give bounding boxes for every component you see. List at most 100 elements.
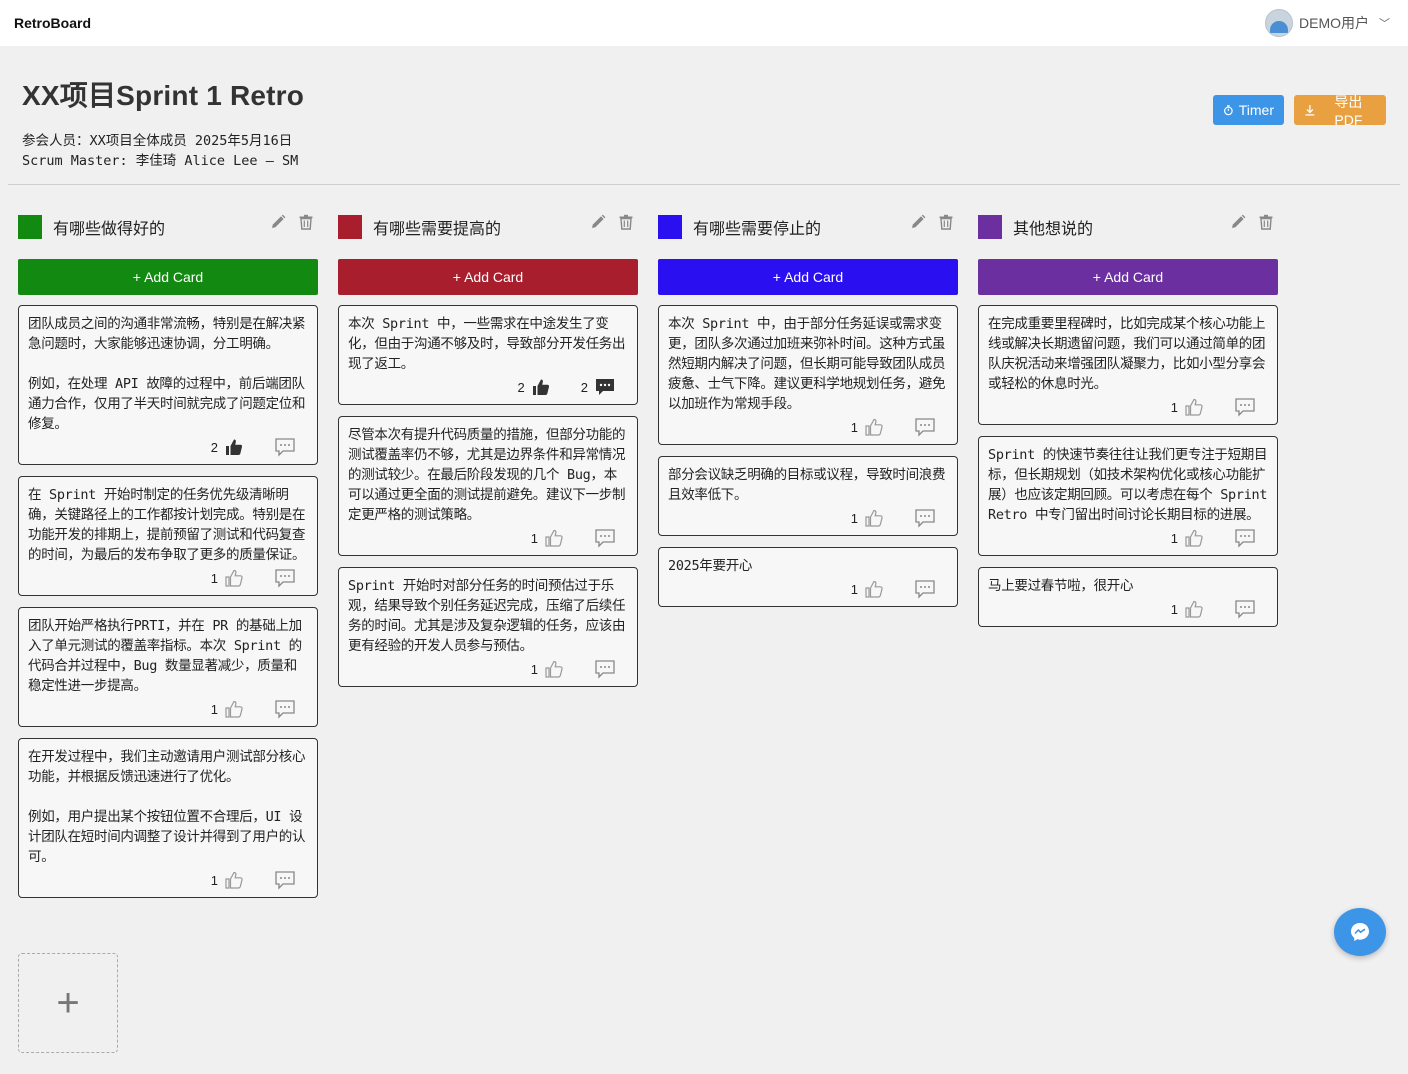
- card-text: 在 Sprint 开始时制定的任务优先级清晰明确，关键路径上的工作都按计划完成。…: [28, 487, 306, 563]
- comment-icon[interactable]: [274, 870, 296, 890]
- card-footer: 1: [668, 416, 948, 438]
- timer-button[interactable]: Timer: [1213, 95, 1284, 125]
- retro-card[interactable]: Sprint 的快速节奏往往让我们更专注于短期目标，但长期规划（如技术架构优化或…: [978, 436, 1278, 556]
- thumbs-up-icon[interactable]: [864, 508, 884, 528]
- column-color-swatch: [338, 215, 362, 239]
- thumbs-up-icon[interactable]: [1184, 528, 1204, 548]
- chat-button[interactable]: [1334, 908, 1386, 956]
- retro-card[interactable]: 马上要过春节啦，很开心 1: [978, 567, 1278, 627]
- comment-icon[interactable]: [274, 437, 296, 457]
- card-text: 部分会议缺乏明确的目标或议程，导致时间浪费且效率低下。: [668, 467, 946, 503]
- trash-icon[interactable]: [938, 214, 954, 235]
- column-tools: [590, 214, 634, 235]
- retro-card[interactable]: 在开发过程中，我们主动邀请用户测试部分核心功能，并根据反馈迅速进行了优化。 例如…: [18, 738, 318, 898]
- column-title: 有哪些做得好的: [53, 221, 166, 238]
- card-list: 本次 Sprint 中，一些需求在中途发生了变化，但由于沟通不够及时，导致部分开…: [338, 305, 638, 687]
- column-title: 有哪些需要提高的: [373, 221, 502, 238]
- thumbs-up-icon[interactable]: [544, 528, 564, 548]
- card-list: 团队成员之间的沟通非常流畅，特别是在解决紧急问题时，大家能够迅速协调，分工明确。…: [18, 305, 318, 898]
- messenger-icon: [1351, 923, 1369, 941]
- trash-icon[interactable]: [1258, 214, 1274, 235]
- card-footer: 2: [28, 436, 308, 458]
- add-card-button[interactable]: + Add Card: [18, 259, 318, 295]
- thumbs-up-icon[interactable]: [1184, 599, 1204, 619]
- comment-icon[interactable]: [274, 568, 296, 588]
- comment-icon[interactable]: [594, 659, 616, 679]
- retro-card[interactable]: 团队成员之间的沟通非常流畅，特别是在解决紧急问题时，大家能够迅速协调，分工明确。…: [18, 305, 318, 465]
- retro-card[interactable]: 尽管本次有提升代码质量的措施，但部分功能的测试覆盖率仍不够，尤其是边界条件和异常…: [338, 416, 638, 556]
- add-card-button[interactable]: + Add Card: [658, 259, 958, 295]
- column-color-swatch: [658, 215, 682, 239]
- thumbs-up-icon[interactable]: [864, 579, 884, 599]
- trash-icon[interactable]: [298, 214, 314, 235]
- scrum-master-line: Scrum Master: 李佳琦 Alice Lee – SM: [22, 153, 299, 169]
- comment-icon[interactable]: [274, 699, 296, 719]
- edit-icon[interactable]: [590, 214, 606, 235]
- app-brand[interactable]: RetroBoard: [14, 15, 91, 31]
- column-tools: [1230, 214, 1274, 235]
- retro-card[interactable]: 团队开始严格执行PRTI，并在 PR 的基础上加入了单元测试的覆盖率指标。本次 …: [18, 607, 318, 727]
- card-text: 团队成员之间的沟通非常流畅，特别是在解决紧急问题时，大家能够迅速协调，分工明确。…: [28, 316, 306, 432]
- column-header: 有哪些需要停止的: [658, 210, 958, 244]
- thumbs-up-icon[interactable]: [531, 377, 551, 397]
- column: 有哪些做得好的 + Add Card 团队成员之间的沟通非常流畅，特别是在解决紧…: [18, 210, 318, 898]
- meeting-meta: 参会人员：XX项目全体成员 2025年5月16日 Scrum Master: 李…: [22, 131, 298, 171]
- thumbs-up-icon[interactable]: [544, 659, 564, 679]
- board-header: XX项目Sprint 1 Retro 参会人员：XX项目全体成员 2025年5月…: [0, 46, 1408, 186]
- comment-count: 2: [580, 379, 588, 395]
- thumbs-up-icon[interactable]: [224, 568, 244, 588]
- thumbs-up-icon[interactable]: [1184, 397, 1204, 417]
- thumbs-up-icon[interactable]: [224, 699, 244, 719]
- like-count: 1: [210, 872, 218, 888]
- like-count: 1: [530, 661, 538, 677]
- timer-label: Timer: [1238, 102, 1274, 118]
- comment-icon[interactable]: [594, 377, 616, 397]
- like-count: 2: [210, 439, 218, 455]
- thumbs-up-icon[interactable]: [864, 417, 884, 437]
- card-footer: 1: [348, 658, 628, 680]
- thumbs-up-icon[interactable]: [224, 870, 244, 890]
- card-text: 马上要过春节啦，很开心: [988, 578, 1134, 594]
- add-card-button[interactable]: + Add Card: [978, 259, 1278, 295]
- edit-icon[interactable]: [1230, 214, 1246, 235]
- comment-icon[interactable]: [914, 417, 936, 437]
- user-menu[interactable]: DEMO用户 ﹀: [1265, 9, 1394, 37]
- retro-card[interactable]: 本次 Sprint 中，由于部分任务延误或需求变更，团队多次通过加班来弥补时间。…: [658, 305, 958, 445]
- retro-card[interactable]: 部分会议缺乏明确的目标或议程，导致时间浪费且效率低下。 1: [658, 456, 958, 536]
- column-tools: [270, 214, 314, 235]
- card-list: 在完成重要里程碑时，比如完成某个核心功能上线或解决长期遗留问题，我们可以通过简单…: [978, 305, 1278, 627]
- card-footer: 1: [988, 598, 1268, 620]
- like-count: 1: [1170, 399, 1178, 415]
- like-count: 1: [530, 530, 538, 546]
- like-count: 1: [850, 510, 858, 526]
- add-column-button[interactable]: +: [18, 953, 118, 1053]
- retro-card[interactable]: 在 Sprint 开始时制定的任务优先级清晰明确，关键路径上的工作都按计划完成。…: [18, 476, 318, 596]
- edit-icon[interactable]: [270, 214, 286, 235]
- retro-card[interactable]: 在完成重要里程碑时，比如完成某个核心功能上线或解决长期遗留问题，我们可以通过简单…: [978, 305, 1278, 425]
- attendees-line: 参会人员：XX项目全体成员 2025年5月16日: [22, 133, 293, 149]
- card-footer: 1: [348, 527, 628, 549]
- download-icon: [1305, 105, 1315, 116]
- card-text: 在完成重要里程碑时，比如完成某个核心功能上线或解决长期遗留问题，我们可以通过简单…: [988, 316, 1266, 392]
- like-count: 1: [850, 419, 858, 435]
- retro-card[interactable]: Sprint 开始时对部分任务的时间预估过于乐观，结果导致个别任务延迟完成，压缩…: [338, 567, 638, 687]
- comment-icon[interactable]: [1234, 528, 1256, 548]
- retro-card[interactable]: 2025年要开心 1: [658, 547, 958, 607]
- comment-icon[interactable]: [594, 528, 616, 548]
- card-text: 团队开始严格执行PRTI，并在 PR 的基础上加入了单元测试的覆盖率指标。本次 …: [28, 618, 302, 694]
- add-card-button[interactable]: + Add Card: [338, 259, 638, 295]
- comment-icon[interactable]: [1234, 397, 1256, 417]
- comment-icon[interactable]: [914, 508, 936, 528]
- card-text: Sprint 开始时对部分任务的时间预估过于乐观，结果导致个别任务延迟完成，压缩…: [348, 578, 626, 654]
- page-title: XX项目Sprint 1 Retro: [22, 80, 305, 111]
- card-text: 尽管本次有提升代码质量的措施，但部分功能的测试覆盖率仍不够，尤其是边界条件和异常…: [348, 427, 626, 523]
- thumbs-up-icon[interactable]: [224, 437, 244, 457]
- stopwatch-icon: [1224, 105, 1233, 116]
- comment-icon[interactable]: [914, 579, 936, 599]
- comment-icon[interactable]: [1234, 599, 1256, 619]
- retro-card[interactable]: 本次 Sprint 中，一些需求在中途发生了变化，但由于沟通不够及时，导致部分开…: [338, 305, 638, 405]
- export-pdf-button[interactable]: 导出PDF: [1294, 94, 1386, 128]
- card-list: 本次 Sprint 中，由于部分任务延误或需求变更，团队多次通过加班来弥补时间。…: [658, 305, 958, 607]
- trash-icon[interactable]: [618, 214, 634, 235]
- edit-icon[interactable]: [910, 214, 926, 235]
